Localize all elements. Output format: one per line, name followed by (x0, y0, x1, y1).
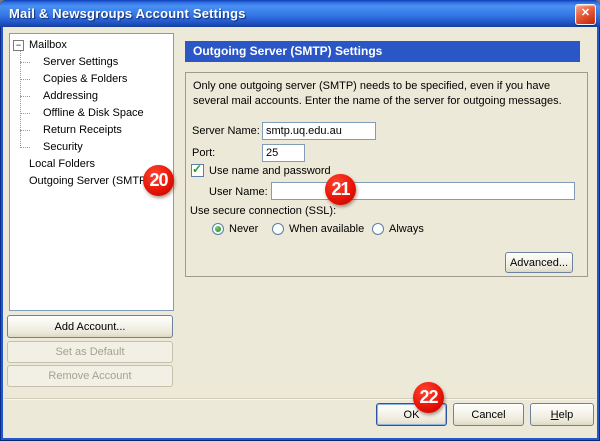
dialog-body: − Mailbox Server Settings Copies & Folde… (3, 27, 597, 438)
tree-item-security[interactable]: Security (10, 139, 173, 156)
button-row-separator (5, 398, 595, 399)
ssl-label: Use secure connection (SSL): (190, 205, 336, 217)
close-icon[interactable]: ✕ (575, 4, 596, 25)
port-label: Port: (192, 147, 215, 159)
use-name-password-checkbox[interactable]: ✓ (191, 164, 204, 177)
checkmark-icon: ✓ (192, 162, 202, 176)
user-name-input[interactable] (271, 182, 575, 200)
help-button[interactable]: Help (530, 403, 594, 426)
account-settings-dialog: Mail & Newsgroups Account Settings ✕ − M… (0, 0, 600, 441)
tree-item-addressing[interactable]: Addressing (10, 88, 173, 105)
tree-item-offline-disk-space[interactable]: Offline & Disk Space (10, 105, 173, 122)
add-account-button[interactable]: Add Account... (7, 315, 173, 338)
tree-item-mailbox[interactable]: − Mailbox (10, 37, 173, 54)
tree-item-server-settings[interactable]: Server Settings (10, 54, 173, 71)
collapse-icon[interactable]: − (13, 40, 24, 51)
use-name-password-label[interactable]: Use name and password (209, 165, 331, 177)
radio-never-label[interactable]: Never (229, 223, 258, 235)
window-title: Mail & Newsgroups Account Settings (9, 6, 246, 21)
radio-when-available[interactable] (272, 223, 284, 235)
panel-header: Outgoing Server (SMTP) Settings (185, 41, 580, 62)
server-name-input[interactable] (262, 122, 376, 140)
radio-always[interactable] (372, 223, 384, 235)
annotation-badge-21: 21 (325, 174, 356, 205)
server-name-label: Server Name: (192, 125, 260, 137)
advanced-button[interactable]: Advanced... (505, 252, 573, 273)
tree-item-copies-folders[interactable]: Copies & Folders (10, 71, 173, 88)
cancel-button[interactable]: Cancel (453, 403, 524, 426)
annotation-badge-22: 22 (413, 382, 444, 413)
smtp-description: Only one outgoing server (SMTP) needs to… (193, 79, 573, 109)
tree-item-return-receipts[interactable]: Return Receipts (10, 122, 173, 139)
user-name-label: User Name: (209, 186, 268, 198)
title-bar[interactable]: Mail & Newsgroups Account Settings ✕ (0, 0, 600, 27)
radio-when-available-label[interactable]: When available (289, 223, 364, 235)
set-as-default-button: Set as Default (7, 341, 173, 363)
radio-never[interactable] (212, 223, 224, 235)
radio-always-label[interactable]: Always (389, 223, 424, 235)
port-input[interactable] (262, 144, 305, 162)
annotation-badge-20: 20 (143, 165, 174, 196)
remove-account-button: Remove Account (7, 365, 173, 387)
